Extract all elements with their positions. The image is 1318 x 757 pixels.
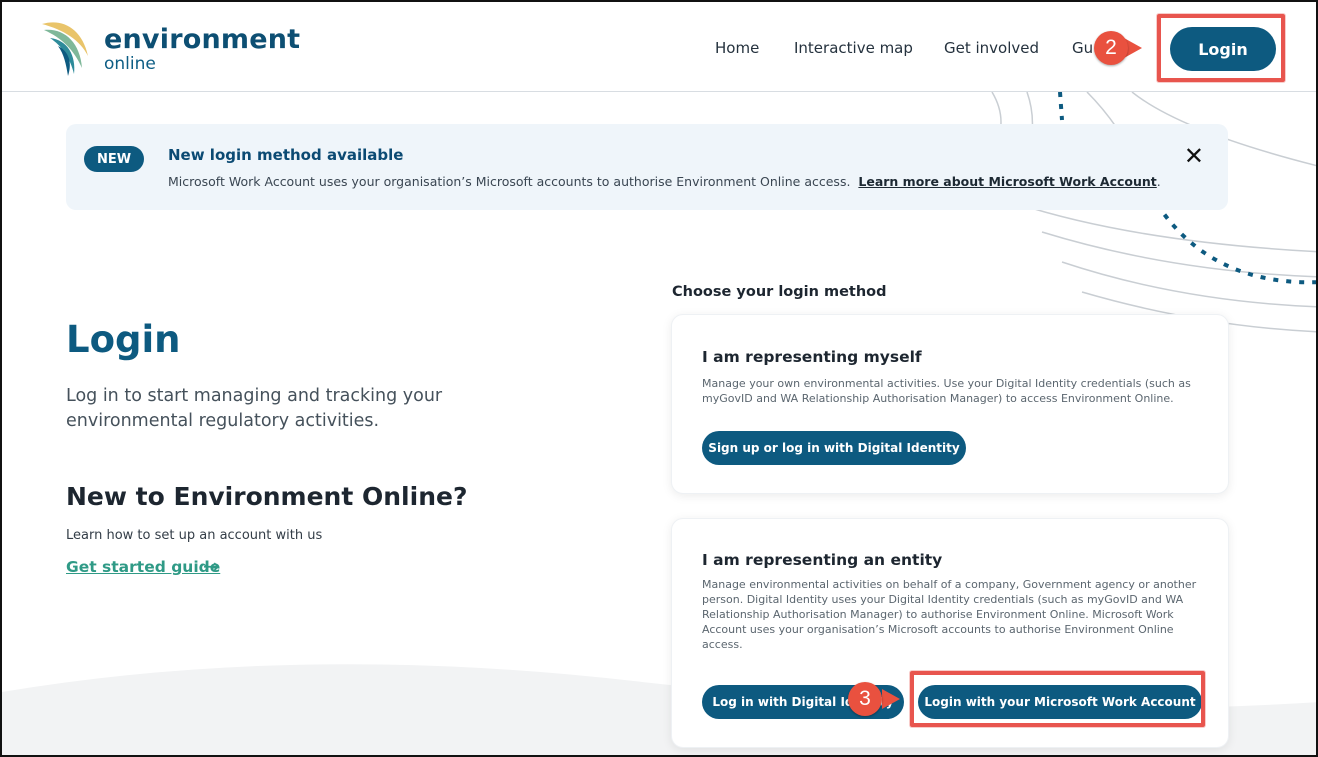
logo-tagline: online (104, 54, 156, 74)
nav-get-involved[interactable]: Get involved (944, 39, 1039, 57)
page-subtitle: Log in to start managing and tracking yo… (66, 386, 443, 431)
banner-text: Microsoft Work Account uses your organis… (168, 174, 1161, 189)
new-to-eo-heading: New to Environment Online? (66, 482, 468, 511)
page-title: Login (66, 318, 181, 361)
card-myself-text: Manage your own environmental activities… (702, 377, 1191, 405)
leaf-logo-icon (42, 22, 88, 76)
highlight-box-login (1157, 14, 1285, 82)
banner-link-suffix: . (1156, 174, 1161, 189)
new-badge: NEW (84, 146, 144, 172)
close-icon[interactable]: ✕ (1184, 142, 1204, 170)
highlight-box-microsoft (910, 671, 1205, 727)
card-entity-title: I am representing an entity (702, 551, 943, 569)
logo-wordmark: environment (104, 24, 301, 55)
choose-login-heading: Choose your login method (672, 284, 887, 300)
card-myself-title: I am representing myself (702, 348, 922, 366)
nav-home[interactable]: Home (715, 39, 759, 57)
card-representing-myself: I am representing myself Manage your own… (671, 314, 1229, 494)
step-marker-3: 3 (848, 682, 882, 716)
nav-interactive-map[interactable]: Interactive map (794, 39, 913, 57)
arrow-right-icon[interactable]: → (203, 554, 220, 578)
digital-identity-signup-button[interactable]: Sign up or log in with Digital Identity (702, 431, 966, 465)
new-to-eo-text: Learn how to set up an account with us (66, 528, 323, 543)
banner-description: Microsoft Work Account uses your organis… (168, 174, 851, 189)
step-marker-2: 2 (1094, 31, 1128, 65)
banner-title: New login method available (168, 146, 404, 164)
card-entity-text: Manage environmental activities on behal… (702, 578, 1197, 651)
new-login-banner: NEW New login method available Microsoft… (66, 124, 1228, 210)
nav-guides[interactable]: Gu (1072, 39, 1093, 57)
browser-viewport: environment online Home Interactive map … (0, 0, 1318, 757)
step-marker-pointer (882, 689, 900, 709)
learn-more-link[interactable]: Learn more about Microsoft Work Account (858, 174, 1156, 189)
environment-online-logo[interactable]: environment online (38, 16, 300, 76)
get-started-guide-link[interactable]: Get started guide (66, 558, 220, 576)
